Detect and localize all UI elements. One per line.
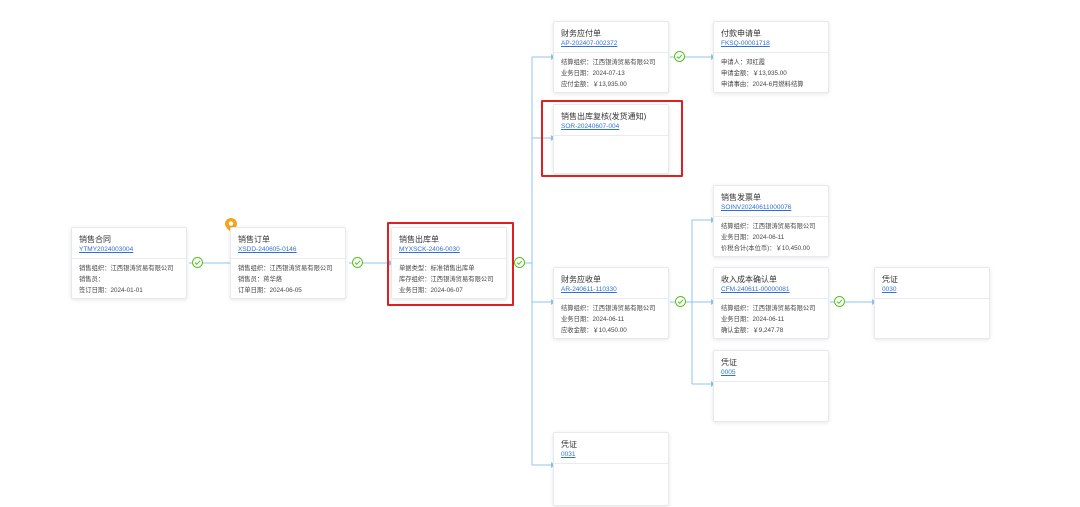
node-payment-request[interactable]: 付款申请单 FKSQ-00001718 申请人：邓红霞 申请金额：￥13,935… <box>713 21 829 93</box>
node-field: 结算组织：江西银涛贸易有限公司 <box>721 305 816 312</box>
node-field: 价税合计(本位币)：￥10,450.00 <box>721 245 810 252</box>
node-field: 确认金额：￥9,247.78 <box>721 327 784 334</box>
check-circle-icon <box>352 257 363 268</box>
divider <box>714 52 828 53</box>
node-field: 签订日期：2024-01-01 <box>79 287 143 294</box>
document-code-link[interactable]: AP-202407-002372 <box>554 39 668 48</box>
check-circle-icon <box>192 257 203 268</box>
check-circle-icon <box>834 296 845 307</box>
node-title: 财务应收单 <box>561 275 601 284</box>
node-field: 销售员：蒋华烙 <box>238 276 283 283</box>
node-title: 凭证 <box>882 275 898 284</box>
node-ar[interactable]: 财务应收单 AR-240611-110330 结算组织：江西银涛贸易有限公司 业… <box>553 267 669 339</box>
document-code-link[interactable]: 0030 <box>875 285 989 294</box>
node-revenue-cost-confirmation[interactable]: 收入成本确认单 CFM-240611-00000081 结算组织：江西银涛贸易有… <box>713 267 829 339</box>
check-circle-icon <box>514 257 525 268</box>
node-voucher-0030[interactable]: 凭证 0030 <box>874 267 990 339</box>
document-flow-canvas: 销售合同 YTMY2024003004 销售组织：江西银涛贸易有限公司 销售员：… <box>0 0 1080 507</box>
divider <box>714 216 828 217</box>
node-title: 凭证 <box>561 440 577 449</box>
node-sales-contract[interactable]: 销售合同 YTMY2024003004 销售组织：江西银涛贸易有限公司 销售员：… <box>71 227 187 299</box>
node-field: 申请金额：￥13,935.00 <box>721 70 787 77</box>
divider <box>554 52 668 53</box>
node-title: 财务应付单 <box>561 29 601 38</box>
divider <box>714 381 828 382</box>
node-title: 销售订单 <box>238 235 270 244</box>
node-field: 结算组织：江西银涛贸易有限公司 <box>561 305 656 312</box>
check-circle-icon <box>675 296 686 307</box>
highlight-box-outbound <box>387 222 514 306</box>
document-code-link[interactable]: XSDD-240605-0146 <box>231 245 345 254</box>
node-title: 收入成本确认单 <box>721 275 777 284</box>
node-field: 应付金额：￥13,935.00 <box>561 81 627 88</box>
node-field: 销售组织：江西银涛贸易有限公司 <box>238 265 333 272</box>
node-sales-order[interactable]: 销售订单 XSDD-240605-0146 销售组织：江西银涛贸易有限公司 销售… <box>230 227 346 299</box>
node-field: 申请人：邓红霞 <box>721 59 766 66</box>
node-field: 销售员： <box>79 276 105 283</box>
highlight-box-review <box>541 100 683 177</box>
node-field: 结算组织：江西银涛贸易有限公司 <box>721 223 816 230</box>
check-circle-icon <box>674 51 685 62</box>
document-code-link[interactable]: 0005 <box>714 368 828 377</box>
divider <box>231 258 345 259</box>
node-field: 业务日期：2024-06-11 <box>561 316 625 323</box>
node-title: 销售合同 <box>79 235 111 244</box>
node-ap[interactable]: 财务应付单 AP-202407-002372 结算组织：江西银涛贸易有限公司 业… <box>553 21 669 93</box>
node-field: 业务日期：2024-06-11 <box>721 234 785 241</box>
divider <box>554 463 668 464</box>
node-field: 业务日期：2024-06-11 <box>721 316 785 323</box>
divider <box>72 258 186 259</box>
node-title: 付款申请单 <box>721 29 761 38</box>
node-voucher-0005[interactable]: 凭证 0005 <box>713 350 829 422</box>
document-code-link[interactable]: FKSQ-00001718 <box>714 39 828 48</box>
node-field: 应收金额：￥10,450.00 <box>561 327 627 334</box>
document-code-link[interactable]: CFM-240611-00000081 <box>714 285 828 294</box>
node-field: 销售组织：江西银涛贸易有限公司 <box>79 265 174 272</box>
node-sales-invoice[interactable]: 销售发票单 SOINV20240611000076 结算组织：江西银涛贸易有限公… <box>713 185 829 257</box>
node-voucher-0031[interactable]: 凭证 0031 <box>553 432 669 506</box>
node-title: 销售发票单 <box>721 193 761 202</box>
document-code-link[interactable]: SOINV20240611000076 <box>714 203 828 212</box>
node-field: 订单日期：2024-06-05 <box>238 287 302 294</box>
node-title: 凭证 <box>721 358 737 367</box>
document-code-link[interactable]: AR-240611-110330 <box>554 285 668 294</box>
node-field: 业务日期：2024-07-13 <box>561 70 625 77</box>
document-code-link[interactable]: YTMY2024003004 <box>72 245 186 254</box>
divider <box>875 298 989 299</box>
node-field: 结算组织：江西银涛贸易有限公司 <box>561 59 656 66</box>
divider <box>554 298 668 299</box>
document-code-link[interactable]: 0031 <box>554 450 668 459</box>
divider <box>714 298 828 299</box>
node-field: 申请事由：2024-6月燃料结算 <box>721 81 804 88</box>
